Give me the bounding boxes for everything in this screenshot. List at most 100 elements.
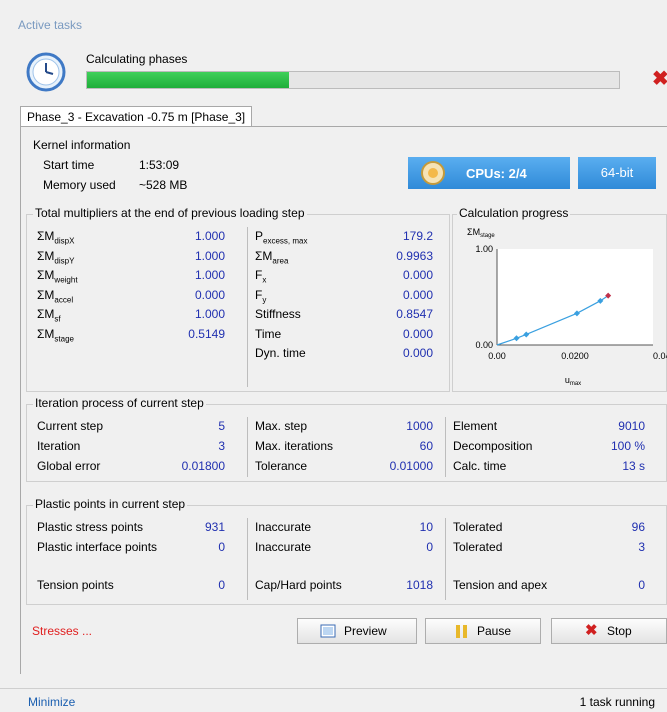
multiplier-value-sf: 1.000 — [194, 307, 225, 321]
plastic-cols-value-0-2: 0 — [218, 578, 225, 592]
minimize-link[interactable]: Minimize — [28, 695, 75, 709]
multiplier-label-sf-sub: sf — [54, 314, 61, 324]
chart-x-axis-label: umax — [565, 375, 581, 387]
iteration-title: Iteration process of current step — [33, 396, 206, 410]
tasks-running-label: 1 task running — [579, 695, 655, 709]
multiplier-value-dispX: 1.000 — [194, 229, 225, 243]
plastic-cols-label-0-1: Plastic interface points — [37, 540, 158, 554]
stop-button[interactable]: ✖ Stop — [551, 618, 667, 644]
plastic-cols-divider-2 — [445, 518, 446, 600]
chart-y-axis-label: ΣMstage — [467, 227, 495, 239]
plastic-cols-divider-1 — [247, 518, 248, 600]
multiplier-label-excess, max: Pexcess, max — [255, 229, 308, 246]
multiplier-label-sf: ΣMsf — [37, 307, 61, 324]
multiplier-label-stage-sub: stage — [54, 333, 74, 343]
chart-title: Calculation progress — [457, 206, 571, 220]
chart-y-tick: 0.00 — [475, 340, 493, 350]
multiplier-value-y: 0.000 — [402, 287, 433, 302]
chart-x-tick: 0.04 — [653, 351, 667, 361]
multiplier-value-accel: 0.000 — [194, 287, 225, 302]
chart-y-axis-label-sub: stage — [480, 233, 495, 239]
plastic-cols-label-2-0: Tolerated — [453, 520, 503, 534]
preview-icon — [320, 624, 336, 638]
sun-icon — [421, 161, 445, 185]
window-title: Active tasks — [18, 18, 83, 32]
chart-x-axis-label-sub: max — [570, 381, 581, 387]
iter-cols-label-1-2: Tolerance — [255, 459, 308, 473]
iteration-group: Iteration process of current step Curren… — [26, 396, 667, 482]
iter-cols-label-2-0: Element — [453, 419, 498, 433]
multiplier-value-stage: 0.5149 — [188, 326, 225, 341]
plastic-cols-value-0-1: 0 — [218, 540, 225, 554]
multiplier-label-stage: ΣMstage — [37, 326, 74, 343]
start-time-label: Start time — [43, 158, 95, 172]
multiplier-value-excess, max: 179.2 — [402, 229, 433, 243]
plastic-cols-label-0-2: Tension points — [37, 578, 114, 592]
plastic-cols-value-2-0: 96 — [631, 520, 645, 534]
multiplier-label-excess, max-sub: excess, max — [263, 236, 308, 246]
iter-cols-value-0-1: 3 — [218, 439, 225, 453]
iter-cols-divider-2 — [445, 417, 446, 477]
plastic-group: Plastic points in current step Plastic s… — [26, 497, 667, 605]
status-bar: Minimize 1 task running — [0, 688, 667, 712]
multiplier-value-stiffness: 0.8547 — [396, 307, 433, 321]
multiplier-label-x: Fx — [255, 268, 267, 285]
cancel-task-icon[interactable]: ✖ — [652, 66, 667, 91]
pause-button[interactable]: Pause — [425, 618, 541, 644]
multiplier-label-weight: ΣMweight — [37, 268, 78, 285]
preview-button[interactable]: Preview — [297, 618, 417, 644]
iter-cols-value-2-0: 9010 — [618, 419, 645, 433]
calculating-label: Calculating phases — [86, 52, 188, 66]
multiplier-label-x-sub: x — [262, 275, 267, 285]
plastic-cols-label-1-2: Cap/Hard points — [255, 578, 342, 592]
calc-progress-group: Calculation progress ΣMstage 1.00 0.00 0.00… — [452, 206, 667, 392]
multiplier-label-dispX: ΣMdispX — [37, 229, 75, 246]
stop-icon: ✖ — [585, 622, 598, 639]
start-time-value: 1:53:09 — [139, 158, 180, 172]
plastic-cols-value-1-0: 10 — [419, 520, 433, 534]
multipliers-divider — [247, 227, 248, 387]
multiplier-label-dispX-sub: dispX — [54, 236, 75, 246]
multiplier-label-weight-sub: weight — [54, 275, 78, 285]
iter-cols-value-1-2: 0.01000 — [389, 459, 433, 473]
iter-cols-label-2-1: Decomposition — [453, 439, 533, 453]
clock-icon — [26, 52, 66, 92]
plastic-cols-value-1-1: 0 — [426, 540, 433, 554]
plastic-cols-label-1-0: Inaccurate — [255, 520, 312, 534]
plastic-cols-value-2-1: 3 — [638, 540, 645, 554]
multiplier-value-dispY: 1.000 — [194, 248, 225, 263]
multiplier-value-dyntime: 0.000 — [402, 346, 433, 360]
iter-cols-divider-1 — [247, 417, 248, 477]
stop-label: Stop — [607, 624, 632, 638]
memory-used-value: ~528 MB — [139, 178, 188, 192]
calculation-progress-bar — [86, 71, 620, 89]
plastic-cols-value-1-2: 1018 — [406, 578, 433, 592]
multiplier-value-weight: 1.000 — [194, 268, 225, 282]
multiplier-label-y: Fy — [255, 287, 267, 304]
plastic-cols-label-2-2: Tension and apex — [453, 578, 548, 592]
memory-used-label: Memory used — [43, 178, 116, 192]
pause-icon-bar — [463, 625, 467, 638]
cpus-indicator: CPUs: 2/4 — [408, 157, 570, 189]
plastic-cols-label-1-1: Inaccurate — [255, 540, 312, 554]
chart-x-tick: 0.0200 — [561, 351, 589, 361]
multiplier-label-area-sub: area — [272, 255, 289, 265]
iter-cols-label-0-1: Iteration — [37, 439, 81, 453]
plastic-title: Plastic points in current step — [33, 497, 188, 511]
iter-cols-value-0-0: 5 — [218, 419, 225, 433]
tab-phase[interactable]: Phase_3 - Excavation -0.75 m [Phase_3] — [20, 106, 253, 127]
iter-cols-value-1-1: 60 — [419, 439, 433, 453]
plastic-cols-value-0-0: 931 — [204, 520, 225, 534]
multiplier-label-dispY-sub: dispY — [54, 255, 75, 265]
kernel-info-title: Kernel information — [33, 138, 131, 152]
plastic-cols-label-0-0: Plastic stress points — [37, 520, 144, 534]
multiplier-label-y-sub: y — [262, 294, 267, 304]
plastic-cols-label-2-1: Tolerated — [453, 540, 503, 554]
iter-cols-value-2-1: 100 % — [610, 439, 645, 453]
multipliers-title: Total multipliers at the end of previous… — [33, 206, 307, 220]
progress-fill — [87, 72, 290, 88]
chart-y-tick: 1.00 — [475, 244, 493, 254]
multiplier-label-accel-sub: accel — [54, 294, 74, 304]
pause-icon — [456, 625, 460, 638]
stresses-link[interactable]: Stresses ... — [32, 624, 92, 638]
